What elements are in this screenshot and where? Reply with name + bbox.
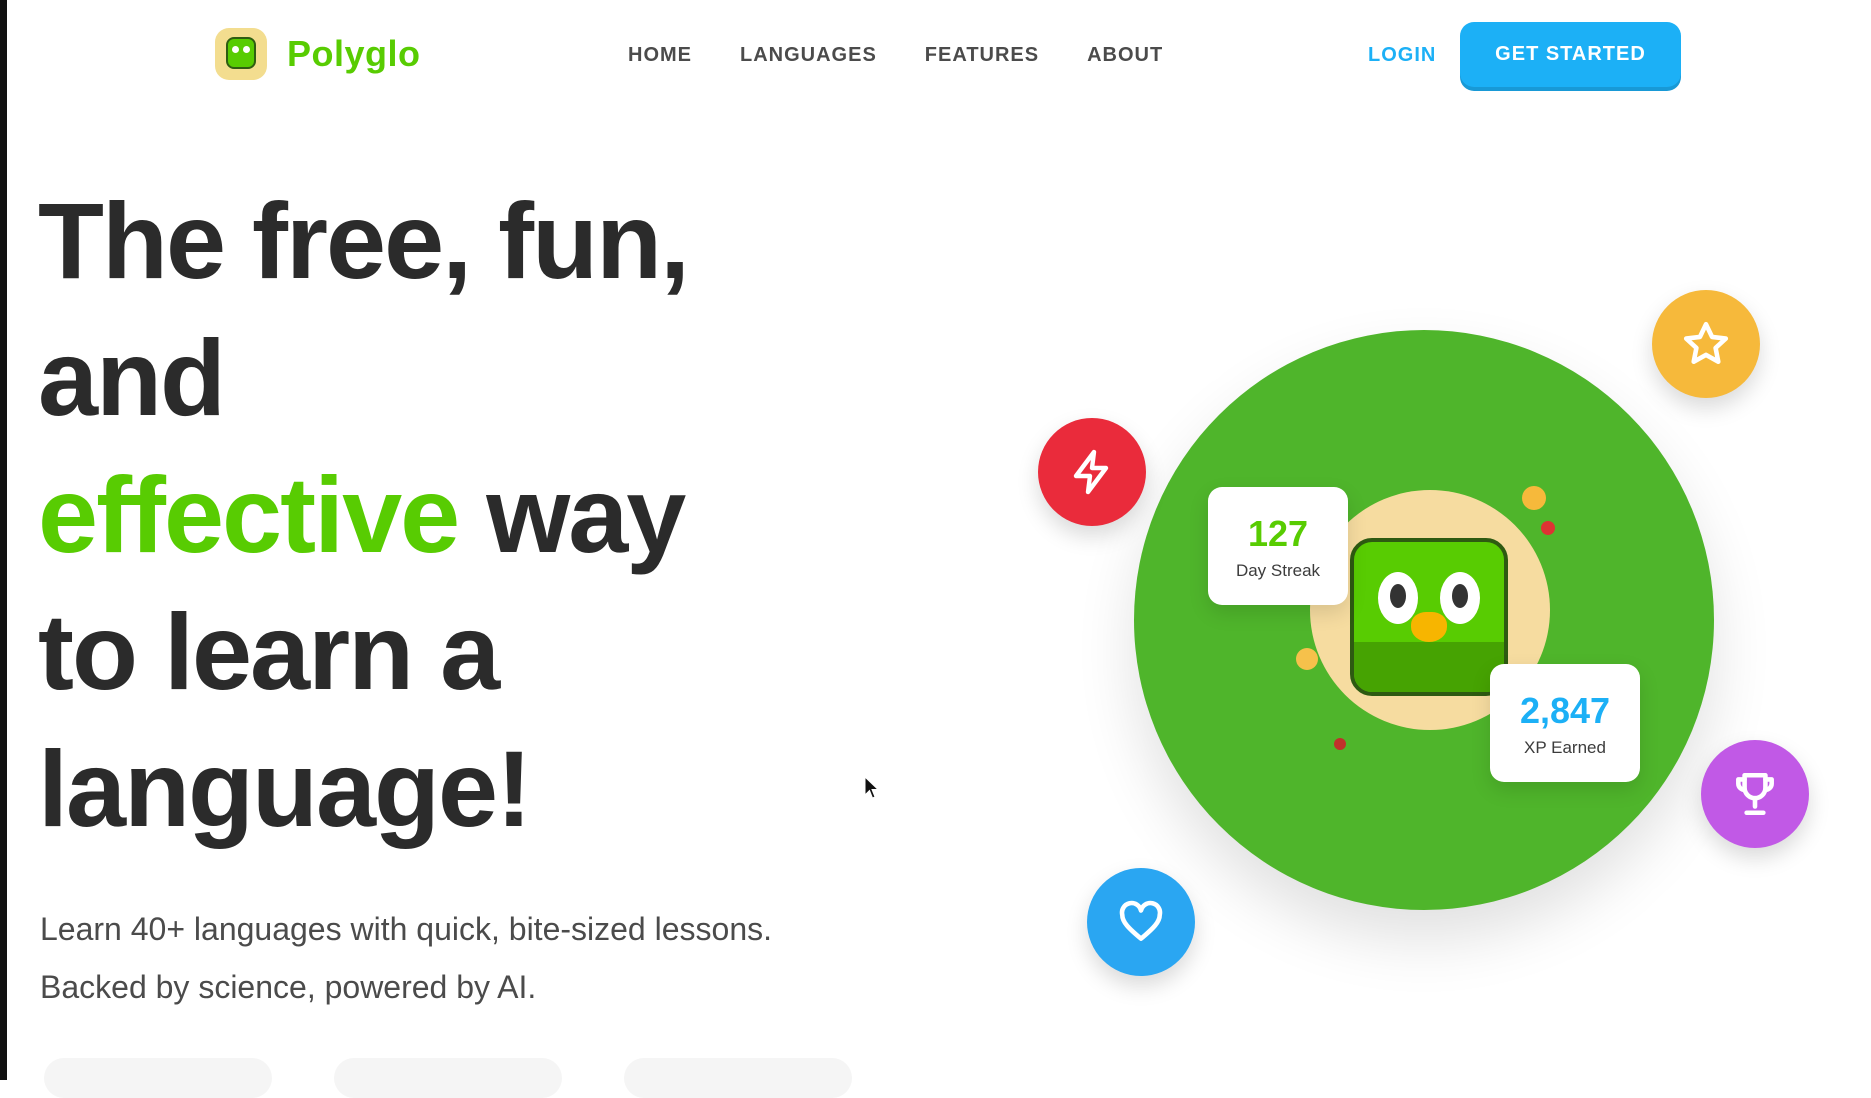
login-link[interactable]: LOGIN — [1368, 44, 1436, 67]
heart-icon — [1119, 900, 1163, 941]
confetti-dot — [1334, 738, 1346, 750]
headline-highlight: effective — [38, 454, 460, 575]
star-badge — [1652, 290, 1760, 398]
headline-line-2: and — [38, 317, 226, 438]
headline-line-3-rest: way — [458, 454, 686, 575]
xp-card: 2,847 XP Earned — [1490, 664, 1640, 782]
nav-links: HOME LANGUAGES FEATURES ABOUT — [628, 44, 1163, 67]
star-icon — [1683, 321, 1729, 364]
hero-subtext: Learn 40+ languages with quick, bite-siz… — [40, 900, 772, 1016]
streak-label: Day Streak — [1235, 561, 1321, 580]
confetti-dot — [1296, 648, 1318, 670]
subtext-line-2: Backed by science, powered by AI. — [40, 969, 537, 1005]
brand-name: Polyglo — [287, 33, 421, 74]
trophy-badge — [1701, 740, 1809, 848]
get-started-button[interactable]: GET STARTED — [1460, 22, 1681, 87]
nav-link-features[interactable]: FEATURES — [925, 44, 1039, 67]
streak-value: 127 — [1247, 513, 1309, 554]
feature-pill — [624, 1058, 852, 1098]
hero-headline: The free, fun, and effective way to lear… — [38, 172, 690, 857]
bolt-badge — [1038, 418, 1146, 526]
confetti-dot — [1541, 521, 1555, 535]
owl-mascot — [1350, 538, 1508, 696]
owl-mascot-icon — [215, 28, 267, 80]
subtext-line-1: Learn 40+ languages with quick, bite-siz… — [40, 911, 772, 947]
trophy-icon — [1736, 772, 1774, 816]
nav-link-languages[interactable]: LANGUAGES — [740, 44, 877, 67]
owl-eye-right — [1440, 572, 1480, 624]
feature-pill-row — [44, 1058, 852, 1098]
heart-badge — [1087, 868, 1195, 976]
streak-card: 127 Day Streak — [1208, 487, 1348, 605]
headline-line-4: to learn a — [38, 591, 500, 712]
headline-line-5: language! — [38, 728, 532, 849]
top-navigation: Polyglo HOME LANGUAGES FEATURES ABOUT LO… — [0, 0, 1871, 110]
owl-beak — [1411, 612, 1447, 642]
nav-link-about[interactable]: ABOUT — [1087, 44, 1163, 67]
feature-pill — [44, 1058, 272, 1098]
confetti-dot — [1522, 486, 1546, 510]
nav-link-home[interactable]: HOME — [628, 44, 692, 67]
headline-line-1: The free, fun, — [38, 180, 690, 301]
owl-eye-left — [1378, 572, 1418, 624]
brand-logo[interactable]: Polyglo — [215, 28, 421, 80]
xp-label: XP Earned — [1524, 738, 1606, 757]
bolt-icon — [1073, 449, 1109, 495]
window-edge — [0, 0, 7, 1080]
xp-value: 2,847 — [1519, 690, 1611, 731]
mouse-cursor-icon — [864, 776, 880, 799]
feature-pill — [334, 1058, 562, 1098]
